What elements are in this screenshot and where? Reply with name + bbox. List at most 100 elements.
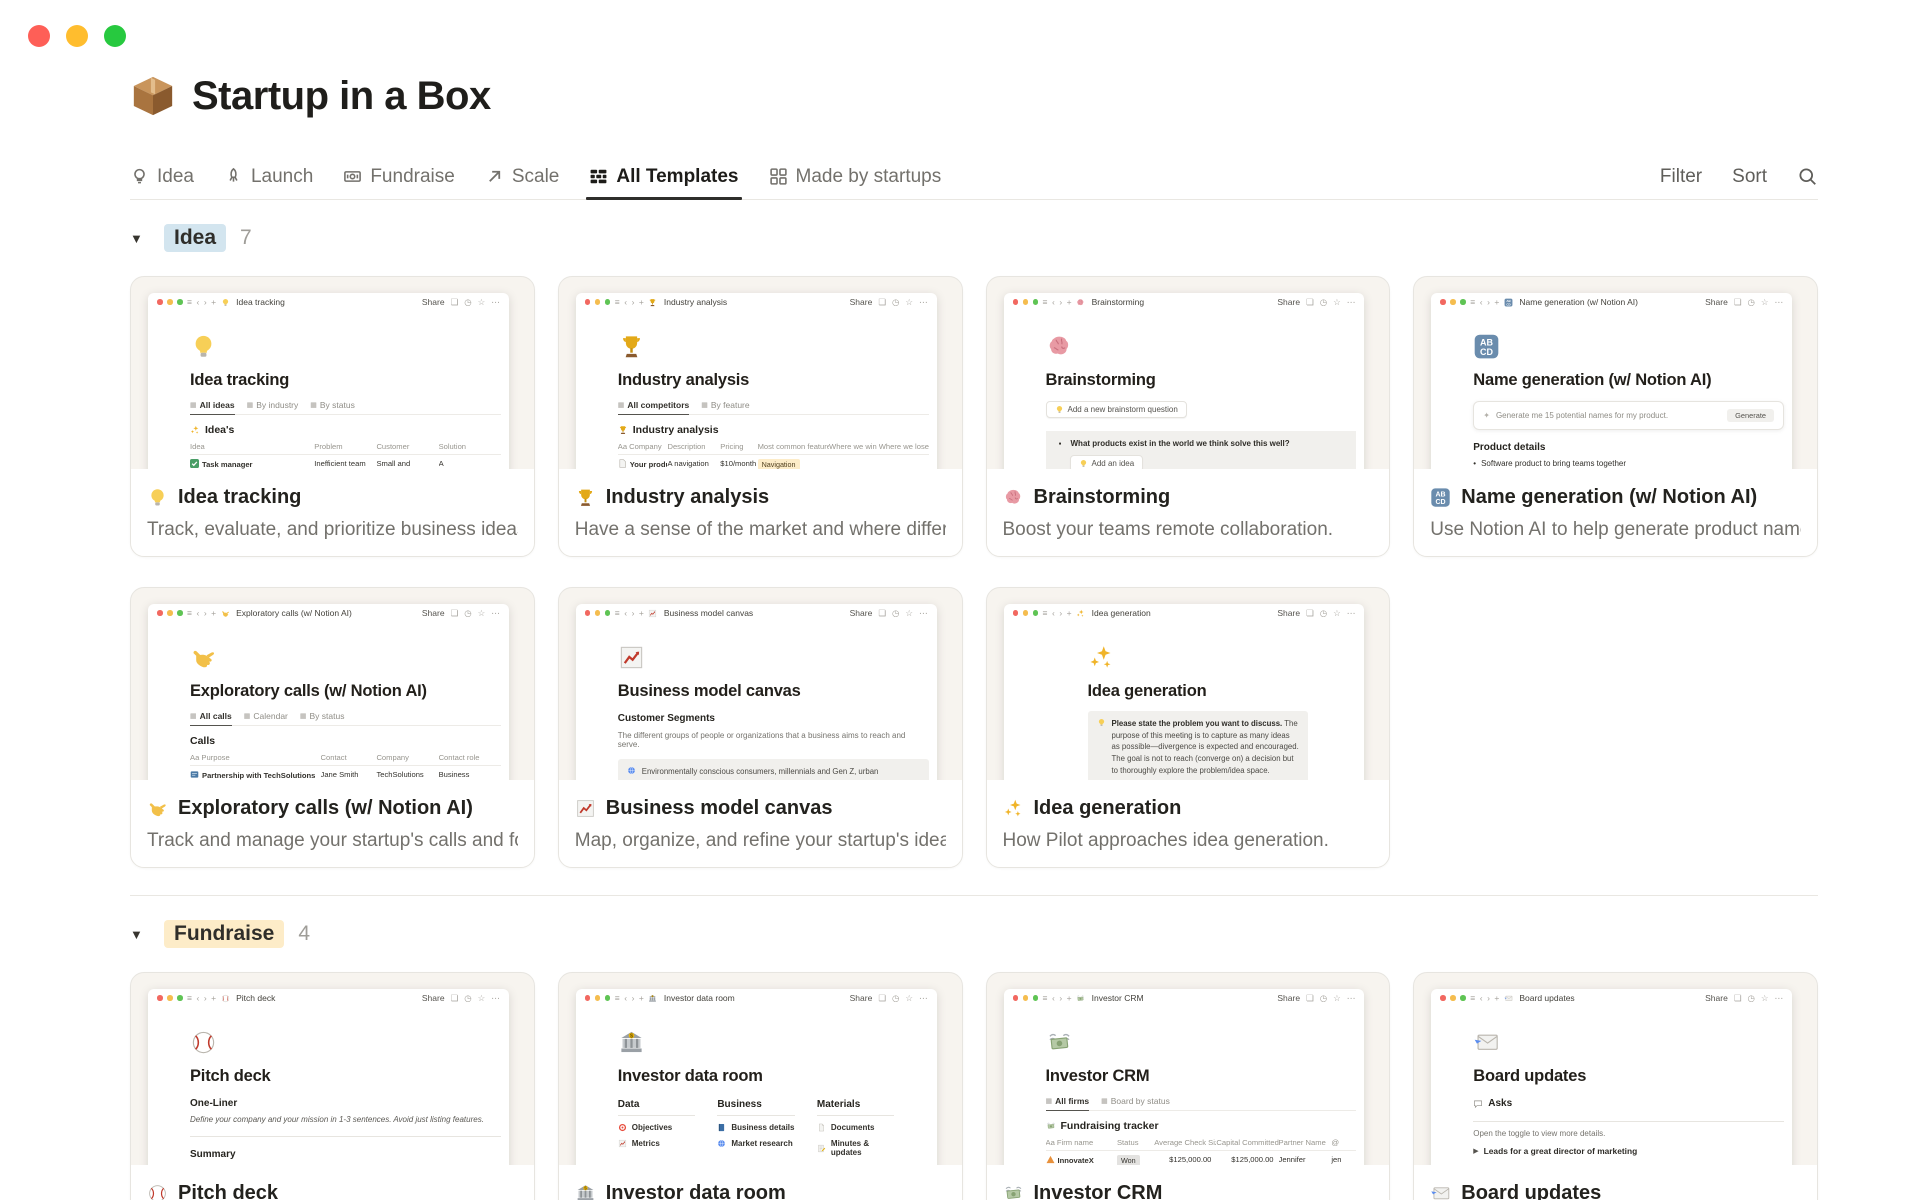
mini-view-tab[interactable]: ▦ All firms: [1045, 1096, 1090, 1111]
tab-scale[interactable]: Scale: [485, 154, 559, 199]
mini-view-tab[interactable]: ▦ Board by status: [1101, 1096, 1170, 1110]
filter-button[interactable]: Filter: [1660, 166, 1702, 188]
section-name-badge[interactable]: Fundraise: [164, 920, 285, 948]
mini-view-tab[interactable]: ▦ All calls: [190, 711, 232, 726]
mini-button[interactable]: Add a new brainstorm question: [1045, 401, 1187, 418]
mini-window-title: Exploratory calls (w/ Notion AI): [236, 608, 352, 618]
tab-fundraise[interactable]: Fundraise: [343, 154, 455, 199]
incoming-envelope-emoji: [1430, 1183, 1451, 1200]
template-grid: ≡ ‹ › + Pitch deck Share ❏ ◷ ☆ ⋯ Pitch deck One-Lin…: [130, 972, 1818, 1200]
mini-view-tab[interactable]: ▦ By industry: [247, 400, 299, 414]
mini-titlebar: ≡ ‹ › + Investor CRM Share ❏ ◷ ☆ ⋯: [1004, 989, 1365, 1007]
mini-close-icon: [1012, 299, 1018, 305]
template-card-investor-crm[interactable]: ≡ ‹ › + Investor CRM Share ❏ ◷ ☆ ⋯ Investor CRM ▦ Al…: [985, 972, 1391, 1200]
search-icon[interactable]: [1797, 166, 1818, 187]
mini-view-tab[interactable]: ▦ By status: [310, 400, 355, 414]
mini-page-link[interactable]: Metrics: [618, 1139, 696, 1148]
zoom-window-button[interactable]: [104, 25, 126, 47]
template-title: Name generation (w/ Notion AI): [1461, 486, 1758, 508]
mini-view-tabs: ▦ All firms ▦ Board by status: [1045, 1096, 1357, 1111]
section-name-badge[interactable]: Idea: [164, 224, 227, 252]
mini-comment-icon: ❏: [450, 992, 459, 1003]
chart-increasing-emoji: [575, 798, 596, 819]
template-card-idea-tracking[interactable]: ≡ ‹ › + Idea tracking Share ❏ ◷ ☆ ⋯ Idea tracking ▦…: [130, 276, 535, 557]
template-card-business-model-canvas[interactable]: ≡ ‹ › + Business model canvas Share ❏ ◷ ☆ ⋯ Busine…: [557, 587, 963, 868]
mini-share-button: Share: [421, 993, 445, 1003]
tab-bar: Idea Launch Fundraise Scale All Templates Mad…: [130, 154, 1818, 200]
template-description: Have a sense of the market and where dif…: [574, 519, 946, 540]
mini-minimize-icon: [167, 299, 173, 305]
minimize-window-button[interactable]: [66, 25, 88, 47]
template-card-exploratory-calls-w-notion-ai[interactable]: ≡ ‹ › + Exploratory calls (w/ Notion AI) Shar…: [130, 587, 535, 868]
template-card-industry-analysis[interactable]: ≡ ‹ › + Industry analysis Share ❏ ◷ ☆ ⋯ Industry a…: [557, 276, 963, 557]
incoming-envelope-emoji: [1504, 994, 1513, 1003]
template-card-investor-data-room[interactable]: ≡ ‹ › + $ Investor data room Share ❏ ◷ ☆ ⋯ $ Investo…: [557, 972, 963, 1200]
mini-share-button: Share: [421, 608, 445, 618]
tab-made-by-startups[interactable]: Made by startups: [769, 154, 941, 199]
target-emoji: [618, 1123, 627, 1132]
trophy-emoji: [575, 487, 596, 508]
mini-more-icon: ⋯: [919, 296, 928, 307]
template-card-name-generation-w-notion-ai[interactable]: ≡ ‹ › + AB CD Name generation (w/ Notion AI) Sh…: [1413, 276, 1818, 557]
mini-generate-button[interactable]: Generate: [1727, 409, 1774, 422]
mini-forward-icon: ›: [631, 993, 635, 1003]
mini-zoom-icon: [604, 610, 611, 616]
template-title: Board updates: [1461, 1182, 1602, 1200]
tab-idea[interactable]: Idea: [130, 154, 194, 199]
mini-page-link[interactable]: Minutes & updates: [817, 1139, 895, 1157]
template-grid: ≡ ‹ › + Idea tracking Share ❏ ◷ ☆ ⋯ Idea tracking ▦…: [130, 276, 1818, 868]
mini-divider: [190, 1136, 501, 1137]
mini-text: Open the toggle to view more details.: [1473, 1129, 1606, 1138]
trophy-emoji: [618, 425, 628, 435]
mini-page-title: Investor data room: [617, 1067, 763, 1085]
mini-page-link[interactable]: Market research: [717, 1139, 795, 1148]
section-collapse-toggle[interactable]: ▼: [130, 231, 150, 246]
template-card-idea-generation[interactable]: ≡ ‹ › + Idea generation Share ❏ ◷ ☆ ⋯ Idea generat…: [985, 587, 1391, 868]
mini-table-column: Capital Committed: [1216, 1135, 1279, 1151]
sections: ▼ Idea 7 ≡ ‹ › + Idea tracking Share ❏ ◷ ☆ ⋯ Idea tra…: [130, 222, 1818, 1200]
mini-view-tab[interactable]: ▦ Calendar: [244, 711, 288, 725]
tab-launch[interactable]: Launch: [224, 154, 313, 199]
mini-subheading: Asks: [1473, 1098, 1784, 1109]
mini-page-link[interactable]: Objectives: [618, 1123, 696, 1132]
package-icon: [130, 73, 176, 119]
sort-button[interactable]: Sort: [1732, 166, 1767, 188]
template-preview: ≡ ‹ › + Idea tracking Share ❏ ◷ ☆ ⋯ Idea tracking ▦…: [131, 277, 534, 469]
mini-view-tab[interactable]: ▦ By feature: [701, 400, 749, 414]
mini-history-icon: ◷: [464, 607, 472, 618]
mini-page-body: Pitch deck One-Liner Define your company a…: [148, 1007, 509, 1160]
bank-emoji: $: [648, 994, 657, 1003]
tab-all-templates[interactable]: All Templates: [586, 154, 742, 200]
mini-view-tab[interactable]: ▦ All ideas: [190, 400, 235, 415]
mini-question-block: ▪ What products exist in the world we thi…: [1045, 431, 1357, 469]
template-description: Track, evaluate, and prioritize business…: [147, 519, 518, 540]
mini-page-title: Idea generation: [1087, 682, 1207, 700]
section-count: 7: [240, 226, 252, 249]
section-collapse-toggle[interactable]: ▼: [130, 927, 150, 942]
mini-page-body: Investor CRM ▦ All firms ▦ Board by status Fu…: [1004, 1007, 1365, 1165]
mini-toggle-item[interactable]: ▶ Leads for a great director of marketing: [1473, 1146, 1784, 1156]
mini-menu-icon: ≡: [1042, 608, 1048, 618]
template-card-board-updates[interactable]: ≡ ‹ › + Board updates Share ❏ ◷ ☆ ⋯ Board updates A…: [1413, 972, 1818, 1200]
mini-star-icon: ☆: [1760, 296, 1769, 307]
template-card-brainstorming[interactable]: ≡ ‹ › + Brainstorming Share ❏ ◷ ☆ ⋯ Brainstorming A…: [985, 276, 1391, 557]
mini-page-title: Idea tracking: [190, 371, 290, 389]
mini-minimize-icon: [167, 995, 173, 1001]
close-window-button[interactable]: [28, 25, 50, 47]
mini-history-icon: ◷: [464, 992, 472, 1003]
mini-history-icon: ◷: [464, 296, 472, 307]
mini-more-icon: ⋯: [1346, 992, 1356, 1003]
mini-view-tab[interactable]: ▦ All competitors: [617, 400, 690, 415]
mini-view-tab[interactable]: ▦ By status: [300, 711, 345, 725]
mini-button[interactable]: Add an idea: [1069, 455, 1144, 469]
template-card-pitch-deck[interactable]: ≡ ‹ › + Pitch deck Share ❏ ◷ ☆ ⋯ Pitch deck One-Lin…: [130, 972, 535, 1200]
mini-comment-icon: ❏: [450, 296, 459, 307]
mini-ai-prompt[interactable]: ✦ Generate me 15 potential names for my p…: [1473, 401, 1784, 430]
section-header: ▼ Idea 7: [130, 222, 1818, 254]
mini-view-tabs: ▦ All ideas ▦ By industry ▦ By status: [190, 400, 501, 415]
mini-page-link[interactable]: Documents: [817, 1123, 895, 1132]
mini-page-body: Idea tracking ▦ All ideas ▦ By industry ▦ By s…: [148, 311, 509, 469]
mini-page-link[interactable]: Business details: [717, 1123, 795, 1132]
mini-menu-icon: ≡: [1470, 993, 1476, 1003]
lightbulb-emoji: [221, 298, 230, 307]
